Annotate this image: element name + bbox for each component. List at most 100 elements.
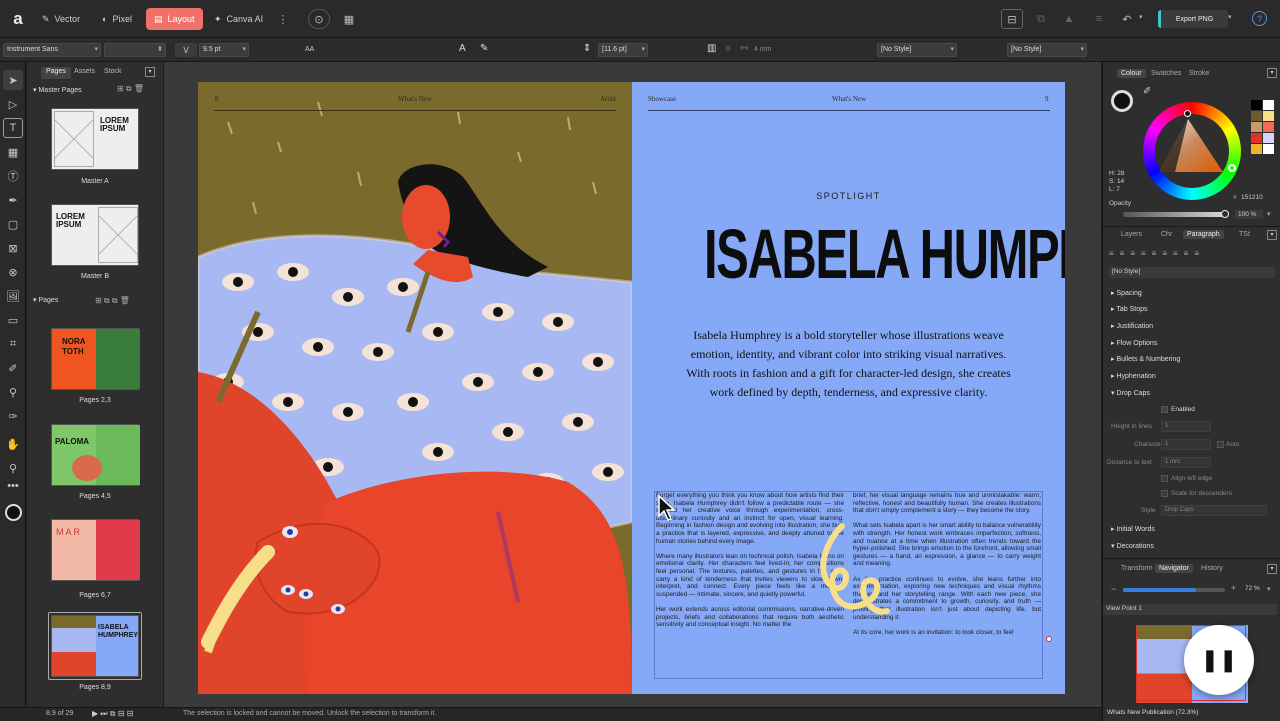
panel-menu-icon[interactable]: ▾: [1267, 230, 1277, 240]
hex-value[interactable]: 151210: [1241, 194, 1263, 201]
chevron-down-icon[interactable]: ▾: [1267, 585, 1271, 593]
section-justification[interactable]: ▸ Justification: [1111, 322, 1153, 330]
panel-menu-icon[interactable]: ▾: [145, 67, 155, 77]
grid-view-icon[interactable]: ▦: [338, 9, 360, 29]
picture-frame-tool-icon[interactable]: ⊠: [3, 238, 23, 258]
font-style-select[interactable]: ⬍: [104, 43, 166, 57]
page-actions-icon[interactable]: ⊞ ⧉ ⧉ 🗑: [95, 296, 130, 306]
leading-field[interactable]: [11.6 pt] ▾: [598, 43, 648, 57]
app-logo-icon[interactable]: a: [8, 9, 28, 29]
section-tab-stops[interactable]: ▸ Tab Stops: [1111, 305, 1147, 313]
persona-canva-ai-button[interactable]: ✦ Canva AI: [206, 8, 271, 30]
tab-text-styles[interactable]: TSt: [1235, 230, 1254, 239]
text-style-icon[interactable]: A: [459, 43, 466, 54]
warning-icon[interactable]: ▲: [1058, 9, 1080, 29]
pages-6-7-thumbnail[interactable]: M A R: [51, 519, 140, 581]
section-hyphenation[interactable]: ▸ Hyphenation: [1111, 372, 1156, 380]
overflow-marker[interactable]: [1046, 636, 1052, 642]
align-icon[interactable]: ≡: [1088, 9, 1110, 29]
table-tool-icon[interactable]: ▦: [3, 142, 23, 162]
zoom-slider[interactable]: [1123, 588, 1225, 592]
colour-swatch[interactable]: [1263, 122, 1274, 132]
ellipse-frame-tool-icon[interactable]: ⊗: [3, 262, 23, 282]
paragraph-style-select[interactable]: [No Style] ▾: [877, 43, 957, 57]
pen-tool-icon[interactable]: ✒: [3, 190, 23, 210]
align-checkbox[interactable]: [1161, 475, 1168, 482]
preview-mode-icon[interactable]: ⊟: [1001, 9, 1023, 29]
rectangle-tool-icon[interactable]: ▢: [3, 214, 23, 234]
eyedropper-icon[interactable]: ✐: [1143, 86, 1151, 97]
crop-tool-icon[interactable]: ⌗: [3, 334, 23, 354]
zoom-out-icon[interactable]: −: [1111, 584, 1116, 594]
height-field[interactable]: 1: [1161, 421, 1211, 432]
pages-8-9-thumbnail[interactable]: ISABELA HUMPHREY: [51, 615, 139, 677]
section-bullets[interactable]: ▸ Bullets & Numbering: [1111, 355, 1180, 363]
master-b-thumbnail[interactable]: LOREM IPSUM: [51, 204, 139, 266]
aa-toggle[interactable]: AA: [305, 46, 314, 53]
tab-paragraph[interactable]: Paragraph: [1183, 230, 1224, 239]
highlight-icon[interactable]: ✎: [480, 43, 488, 54]
master-a-thumbnail[interactable]: LOREM IPSUM: [51, 108, 139, 170]
export-chevron-icon[interactable]: ▾: [1228, 13, 1232, 21]
tab-assets[interactable]: Assets: [69, 67, 100, 79]
enabled-checkbox[interactable]: [1161, 406, 1168, 413]
colour-swatch[interactable]: [1263, 100, 1274, 110]
hand-tool-icon[interactable]: ✋: [3, 434, 23, 454]
colour-swatch[interactable]: [1251, 111, 1262, 121]
tab-stroke[interactable]: Stroke: [1185, 69, 1213, 78]
opacity-value[interactable]: 100 %: [1235, 210, 1263, 219]
colour-triangle[interactable]: [1155, 114, 1229, 188]
fill-stroke-swatch[interactable]: [1111, 90, 1133, 112]
characters-field[interactable]: 1: [1161, 439, 1211, 450]
colour-swatch[interactable]: [1251, 144, 1262, 154]
text-frame-tool-icon[interactable]: T: [3, 118, 23, 138]
hue-handle[interactable]: [1228, 164, 1236, 172]
pause-button[interactable]: ❚❚: [1184, 625, 1254, 695]
persona-pixel-button[interactable]: ◐ Pixel: [94, 8, 140, 30]
tab-layers[interactable]: Layers: [1117, 230, 1146, 239]
pages-2-3-thumbnail[interactable]: NORA TOTH: [51, 328, 140, 390]
left-page[interactable]: 8 What's New Artist: [198, 82, 632, 694]
panel-menu-icon[interactable]: ▾: [1267, 564, 1277, 574]
chevron-down-icon[interactable]: ▾: [1267, 210, 1271, 218]
gutter-field[interactable]: 4 mm: [754, 46, 772, 53]
tab-navigator[interactable]: Navigator: [1155, 564, 1193, 573]
chevron-down-icon[interactable]: ▾: [1139, 13, 1143, 21]
colour-swatch[interactable]: [1251, 133, 1262, 143]
paragraph-style-field[interactable]: [No Style]: [1109, 267, 1275, 278]
view-point-select[interactable]: View Point 1: [1103, 604, 1277, 615]
section-drop-caps[interactable]: ▾ Drop Caps: [1111, 389, 1150, 397]
more-menu-icon[interactable]: ⋮: [272, 9, 294, 29]
scale-checkbox[interactable]: [1161, 490, 1168, 497]
tab-transform[interactable]: Transform: [1117, 564, 1157, 573]
tab-swatches[interactable]: Swatches: [1147, 69, 1185, 78]
colour-swatch[interactable]: [1263, 144, 1274, 154]
undo-icon[interactable]: ↶: [1116, 9, 1138, 29]
colour-swatch[interactable]: [1263, 133, 1274, 143]
master-actions-icon[interactable]: ⊞ ⧉ 🗑: [117, 84, 144, 94]
master-pages-header[interactable]: ▾ Master Pages: [33, 86, 82, 94]
persona-layout-button[interactable]: ▤ Layout: [146, 8, 203, 30]
frame-tool-icon[interactable]: ▭: [3, 310, 23, 330]
pages-4-5-thumbnail[interactable]: PALOMA: [51, 424, 140, 486]
right-page[interactable]: Showcase What's New 9 SPOTLIGHT ISABELA …: [632, 82, 1065, 694]
place-image-tool-icon[interactable]: 🖼: [3, 286, 23, 306]
colour-swatch[interactable]: [1251, 122, 1262, 132]
zoom-in-icon[interactable]: +: [1231, 583, 1236, 593]
saturation-handle[interactable]: [1184, 110, 1191, 117]
font-family-select[interactable]: Instrument Sans ▾: [3, 43, 101, 57]
zoom-value[interactable]: 72 %: [1245, 585, 1260, 592]
alignment-buttons-icon[interactable]: ≡≡≡≡≡≡≡≡≡: [1109, 249, 1205, 258]
page-navigation-icon[interactable]: ▶ ⏭ ⧉ ⊟ ⊟: [92, 709, 133, 719]
opacity-slider[interactable]: [1123, 210, 1229, 218]
tab-character[interactable]: Chr: [1157, 230, 1176, 239]
columns-field[interactable]: 0: [726, 46, 730, 53]
tab-pages[interactable]: Pages: [41, 67, 71, 79]
export-button[interactable]: Export PNG: [1158, 10, 1228, 28]
tab-stock[interactable]: Stock: [99, 67, 127, 79]
section-initial-words[interactable]: ▸ Initial Words: [1111, 525, 1155, 533]
eyedropper-tool-icon[interactable]: ✐: [3, 358, 23, 378]
section-spacing[interactable]: ▸ Spacing: [1111, 289, 1142, 297]
more-tools-icon[interactable]: •••: [3, 480, 23, 492]
panel-menu-icon[interactable]: ▾: [1267, 68, 1277, 78]
